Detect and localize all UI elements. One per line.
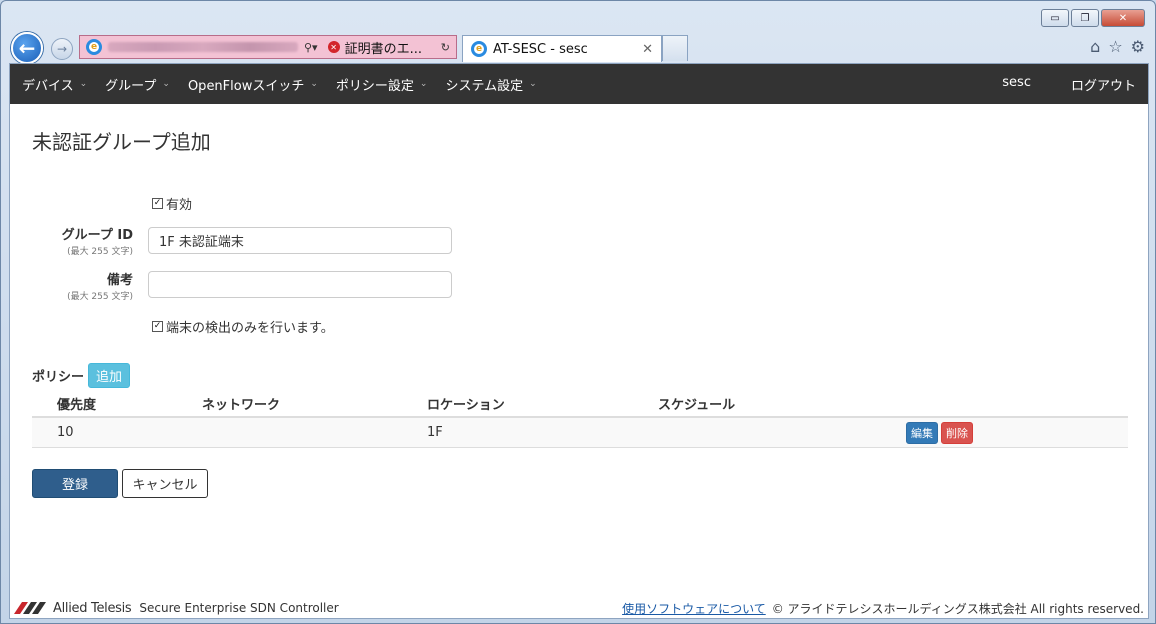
page-title: 未認証グループ追加 — [32, 130, 211, 154]
note-label: 備考 — [106, 273, 133, 288]
logo-mark-icon — [14, 602, 46, 614]
table-row: 10 1F 編集 削除 — [32, 418, 1128, 448]
group-id-input[interactable]: 1F 未認証端末 — [148, 227, 452, 254]
browser-window: ▭ ❐ ✕ ← → e ⚲▾ ✕ 証明書のエ... ↻ e AT-SESC - … — [0, 0, 1156, 624]
enabled-checkbox[interactable]: ✓ — [152, 198, 163, 209]
chevron-down-icon: ⌄ — [419, 79, 428, 89]
close-window-button[interactable]: ✕ — [1101, 9, 1145, 27]
browser-tab[interactable]: e AT-SESC - sesc ✕ — [462, 35, 662, 62]
error-icon: ✕ — [327, 41, 340, 53]
note-label-block: 備考 (最大 255 文字) — [10, 269, 133, 302]
certificate-error-indicator[interactable]: ✕ 証明書のエ... — [327, 38, 422, 57]
menu-devices[interactable]: デバイス ⌄ — [22, 75, 87, 94]
col-schedule[interactable]: スケジュール — [632, 394, 880, 413]
policy-header: ポリシー 追加 — [32, 363, 131, 388]
cancel-button[interactable]: キャンセル — [122, 469, 208, 498]
restore-button[interactable]: ❐ — [1071, 9, 1099, 27]
minimize-button[interactable]: ▭ — [1041, 9, 1069, 27]
address-bar[interactable]: e ⚲▾ ✕ 証明書のエ... ↻ — [79, 35, 457, 59]
forward-button[interactable]: → — [51, 38, 73, 60]
copyright: © アライドテレシスホールディングス株式会社 All rights reserv… — [771, 601, 1144, 616]
cell-actions: 編集 削除 — [880, 421, 1128, 444]
add-policy-button[interactable]: 追加 — [88, 363, 131, 388]
footer-right: 使用ソフトウェアについて © アライドテレシスホールディングス株式会社 All … — [622, 600, 1144, 617]
delete-button[interactable]: 削除 — [941, 421, 973, 444]
search-icon[interactable]: ⚲▾ — [304, 41, 318, 54]
page-content: デバイス ⌄ グループ ⌄ OpenFlowスイッチ ⌄ ポリシー設定 ⌄ システム設定… — [9, 63, 1149, 619]
menu-system-settings[interactable]: システム設定 ⌄ — [445, 75, 536, 94]
settings-gear-icon[interactable]: ⚙ — [1131, 37, 1145, 56]
menu-label: OpenFlowスイッチ — [187, 78, 305, 94]
policy-table: 優先度 ネットワーク ロケーション スケジュール 10 1F 編集 削除 — [32, 390, 1128, 448]
current-user[interactable]: sesc — [1002, 75, 1031, 94]
group-id-hint: (最大 255 文字) — [67, 247, 133, 257]
detect-only-label: 端末の検出のみを行います。 — [166, 321, 334, 336]
tab-favicon-icon: e — [471, 41, 487, 57]
back-button[interactable]: ← — [11, 32, 43, 64]
enabled-label: 有効 — [166, 198, 193, 213]
product-name: Secure Enterprise SDN Controller — [139, 601, 339, 615]
tab-title: AT-SESC - sesc — [493, 41, 588, 57]
menu-label: システム設定 — [445, 78, 524, 94]
submit-button[interactable]: 登録 — [32, 469, 118, 498]
cell-priority: 10 — [57, 425, 74, 440]
favorites-star-icon[interactable]: ☆ — [1108, 37, 1122, 56]
col-priority[interactable]: 優先度 — [32, 394, 175, 413]
home-icon[interactable]: ⌂ — [1090, 37, 1100, 56]
navbar-right: sesc ログアウト — [1002, 75, 1136, 94]
page-footer: Allied Telesis Secure Enterprise SDN Con… — [10, 596, 1148, 618]
refresh-icon[interactable]: ↻ — [441, 41, 450, 54]
certificate-error-label: 証明書のエ... — [344, 41, 422, 57]
chevron-down-icon: ⌄ — [310, 79, 318, 89]
group-id-label: グループ ID — [61, 228, 133, 243]
chevron-down-icon: ⌄ — [162, 79, 170, 89]
logout-link[interactable]: ログアウト — [1071, 75, 1136, 94]
menu-label: グループ — [105, 78, 157, 94]
detect-only-row: ✓ 端末の検出のみを行います。 — [152, 317, 334, 336]
arrow-left-icon: ← — [18, 36, 36, 60]
form-actions: 登録 キャンセル — [32, 469, 208, 498]
menu-label: ポリシー設定 — [335, 78, 414, 94]
url-text-blurred — [108, 42, 298, 52]
top-navbar: デバイス ⌄ グループ ⌄ OpenFlowスイッチ ⌄ ポリシー設定 ⌄ システム設定… — [10, 64, 1148, 104]
chevron-down-icon: ⌄ — [79, 79, 88, 89]
group-id-label-block: グループ ID (最大 255 文字) — [10, 224, 133, 257]
note-hint: (最大 255 文字) — [67, 292, 133, 302]
ie-favicon-icon: e — [86, 39, 102, 55]
menu-policy-settings[interactable]: ポリシー設定 ⌄ — [336, 75, 428, 94]
menu-openflow-switch[interactable]: OpenFlowスイッチ ⌄ — [188, 75, 318, 94]
table-header: 優先度 ネットワーク ロケーション スケジュール — [32, 390, 1128, 418]
allied-telesis-logo: Allied Telesis — [14, 600, 132, 616]
new-tab-button[interactable] — [662, 35, 688, 61]
arrow-right-icon: → — [56, 42, 68, 56]
brand-name: Allied Telesis — [53, 600, 132, 616]
window-controls: ▭ ❐ ✕ — [1041, 9, 1145, 27]
cell-location: 1F — [427, 425, 443, 440]
col-location[interactable]: ロケーション — [401, 394, 632, 413]
main-menu: デバイス ⌄ グループ ⌄ OpenFlowスイッチ ⌄ ポリシー設定 ⌄ システム設定… — [22, 75, 537, 94]
menu-label: デバイス — [22, 78, 74, 94]
note-input[interactable] — [148, 271, 452, 298]
chevron-down-icon: ⌄ — [529, 79, 537, 89]
tab-close-icon[interactable]: ✕ — [642, 42, 653, 57]
menu-groups[interactable]: グループ ⌄ — [105, 75, 170, 94]
edit-button[interactable]: 編集 — [906, 421, 938, 444]
enabled-row: ✓ 有効 — [152, 194, 192, 213]
col-network[interactable]: ネットワーク — [175, 394, 401, 413]
detect-only-checkbox[interactable]: ✓ — [152, 321, 163, 332]
software-info-link[interactable]: 使用ソフトウェアについて — [622, 600, 766, 617]
browser-tools: ⌂ ☆ ⚙ — [1090, 37, 1145, 56]
policy-heading: ポリシー — [32, 370, 85, 385]
